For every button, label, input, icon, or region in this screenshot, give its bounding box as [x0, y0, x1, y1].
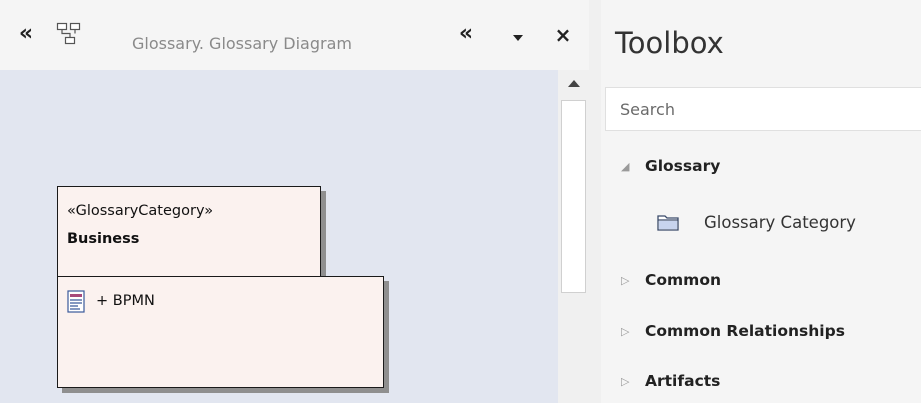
element-name: Business	[67, 231, 140, 247]
dropdown-arrow-icon[interactable]	[508, 28, 528, 48]
search-input[interactable]	[606, 88, 921, 130]
diagram-view-icon[interactable]	[55, 22, 83, 46]
collapsed-triangle-icon[interactable]: ▷	[601, 375, 629, 388]
scroll-up-arrow-icon[interactable]	[558, 70, 589, 96]
diagram-tab-title[interactable]: Glossary. Glossary Diagram	[132, 34, 352, 53]
group-label: Common	[645, 271, 722, 289]
tool-glossary-category[interactable]: Glossary Category	[601, 208, 921, 238]
group-label: Common Relationships	[645, 322, 845, 340]
glossary-term-element[interactable]: + BPMN	[57, 276, 384, 388]
folder-icon	[657, 213, 679, 231]
close-icon[interactable]: ×	[552, 23, 574, 47]
toolbox-group-glossary[interactable]: ◢ Glossary	[601, 152, 921, 180]
search-box[interactable]	[605, 87, 921, 131]
expanded-triangle-icon[interactable]: ◢	[601, 160, 629, 173]
pane-splitter[interactable]	[589, 0, 601, 403]
diagram-pane-header: « Glossary. Glossary Diagram « ×	[0, 0, 589, 70]
element-stereotype: «GlossaryCategory»	[67, 203, 214, 219]
collapse-left-icon[interactable]: «	[14, 22, 38, 46]
scrollbar-thumb[interactable]	[561, 100, 586, 293]
term-icon	[67, 290, 85, 314]
app-window: « Glossary. Glossary Diagram « × «Glossa…	[0, 0, 921, 403]
toolbox-pane: Toolbox ◢ Glossary Glossary Category ▷ C…	[601, 0, 921, 403]
vertical-scrollbar[interactable]	[558, 70, 589, 403]
collapse-pane-icon[interactable]: «	[454, 22, 478, 46]
toolbox-title: Toolbox	[615, 26, 724, 60]
toolbox-group-common[interactable]: ▷ Common	[601, 266, 921, 294]
diagram-canvas[interactable]: «GlossaryCategory» Business + BPMN	[0, 70, 558, 403]
collapsed-triangle-icon[interactable]: ▷	[601, 274, 629, 287]
glossary-category-element[interactable]: «GlossaryCategory» Business	[57, 186, 321, 278]
tool-label: Glossary Category	[704, 213, 856, 232]
group-label: Artifacts	[645, 372, 721, 390]
toolbox-group-common-relationships[interactable]: ▷ Common Relationships	[601, 317, 921, 345]
toolbox-group-artifacts[interactable]: ▷ Artifacts	[601, 367, 921, 395]
term-label: + BPMN	[96, 293, 155, 309]
diagram-pane: « Glossary. Glossary Diagram « × «Glossa…	[0, 0, 589, 403]
group-label: Glossary	[645, 157, 721, 175]
collapsed-triangle-icon[interactable]: ▷	[601, 325, 629, 338]
